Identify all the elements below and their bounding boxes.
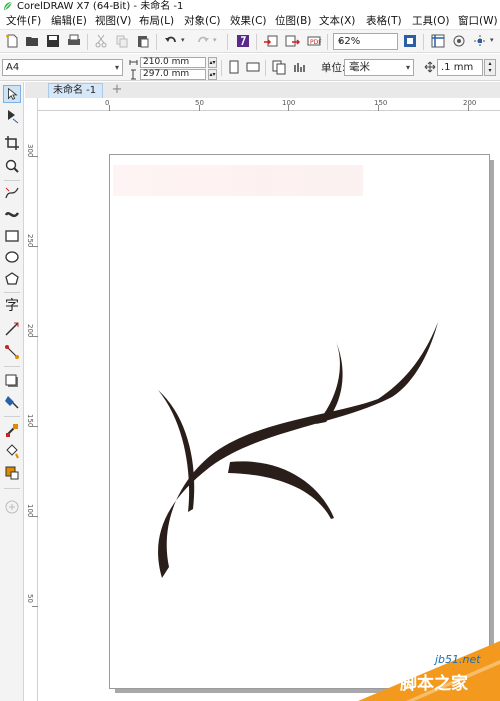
document-tab-bar: 未命名 -1 +: [25, 82, 500, 98]
color-eyedropper-tool-icon[interactable]: [3, 421, 21, 439]
menu-table[interactable]: 表格(T): [366, 13, 402, 29]
nudge-distance-input[interactable]: .1 mm: [437, 59, 483, 76]
document-tab[interactable]: 未命名 -1: [48, 83, 103, 98]
freehand-tool-icon[interactable]: [3, 184, 21, 202]
snap-dropdown-icon[interactable]: ▾: [490, 36, 494, 44]
redo-icon[interactable]: [195, 33, 211, 49]
watermark-site-name: 脚本之家: [400, 674, 468, 694]
paper-size-value: A4: [6, 62, 20, 73]
menu-effects[interactable]: 效果(C): [230, 13, 267, 29]
interactive-fill-tool-icon[interactable]: [3, 443, 21, 461]
watermark-url: jb51.net: [435, 653, 481, 666]
ruler-label: 200: [463, 99, 477, 107]
ruler-label: 50: [26, 594, 34, 603]
pick-tool-icon[interactable]: [3, 85, 21, 103]
nudge-distance-value: .1 mm: [441, 62, 474, 73]
artistic-media-tool-icon[interactable]: [3, 205, 21, 223]
parallel-dimension-tool-icon[interactable]: [3, 320, 21, 338]
all-pages-icon[interactable]: [271, 59, 287, 75]
width-icon: [129, 60, 138, 65]
faint-background-strip: [113, 165, 363, 196]
print-icon[interactable]: [66, 33, 82, 49]
smart-fill-tool-icon[interactable]: [3, 464, 21, 482]
svg-text:PDF: PDF: [310, 39, 322, 46]
save-icon[interactable]: [45, 33, 61, 49]
page-width-input[interactable]: 210.0 mm: [140, 57, 206, 68]
cut-icon[interactable]: [93, 33, 109, 49]
connector-tool-icon[interactable]: [3, 343, 21, 361]
branch-shape[interactable]: [140, 312, 450, 592]
drop-shadow-tool-icon[interactable]: [3, 372, 21, 390]
chevron-down-icon: ▾: [114, 63, 119, 72]
coreldraw-logo-icon: [4, 1, 13, 10]
units-label: 单位:: [321, 62, 346, 74]
title-bar: CorelDRAW X7 (64-Bit) - 未命名 -1: [0, 0, 500, 13]
horizontal-ruler[interactable]: 0 50 100 150 200: [38, 98, 500, 111]
menu-edit[interactable]: 编辑(E): [51, 13, 87, 29]
portrait-icon[interactable]: [226, 59, 242, 75]
page-shadow-right: [490, 160, 494, 691]
menu-object[interactable]: 对象(C): [184, 13, 221, 29]
units-select[interactable]: 毫米 ▾: [344, 59, 414, 76]
chevron-down-icon: ▾: [405, 63, 410, 72]
transparency-tool-icon[interactable]: [3, 393, 21, 411]
ellipse-tool-icon[interactable]: [3, 248, 21, 266]
nudge-spinner[interactable]: ▴ ▾: [484, 59, 496, 76]
width-spinner[interactable]: ▴▾: [208, 57, 217, 68]
paper-size-select[interactable]: A4 ▾: [2, 59, 123, 76]
undo-dropdown-icon[interactable]: ▾: [181, 36, 185, 44]
paste-icon[interactable]: [135, 33, 151, 49]
menu-layout[interactable]: 布局(L): [139, 13, 174, 29]
open-folder-icon[interactable]: [24, 33, 40, 49]
landscape-icon[interactable]: [245, 59, 261, 75]
chevron-down-icon: ▾: [338, 37, 343, 46]
units-value: 毫米: [349, 61, 370, 73]
import-icon[interactable]: [263, 33, 279, 49]
standard-toolbar: ▾ ▾ PDF 62% ▾ ▾: [0, 29, 500, 53]
property-bar: A4 ▾ 210.0 mm ▴▾ 297.0 mm ▴▾ 单位: 毫米 ▾ .1…: [0, 54, 500, 81]
crop-tool-icon[interactable]: [3, 134, 21, 152]
new-tab-plus-icon[interactable]: +: [109, 83, 125, 97]
shape-tool-icon[interactable]: [3, 107, 21, 125]
full-screen-preview-icon[interactable]: [402, 33, 418, 49]
page-height-input[interactable]: 297.0 mm: [140, 69, 206, 80]
menu-view[interactable]: 视图(V): [95, 13, 131, 29]
toolbox: 字: [0, 82, 24, 701]
branch-main-stroke[interactable]: [158, 322, 438, 578]
menu-bitmaps[interactable]: 位图(B): [275, 13, 311, 29]
branch-lower-left-stroke[interactable]: [158, 390, 195, 512]
current-page-icon[interactable]: [292, 59, 308, 75]
window-title: CorelDRAW X7 (64-Bit) - 未命名 -1: [17, 1, 184, 12]
menu-text[interactable]: 文本(X): [319, 13, 355, 29]
search-content-icon[interactable]: [235, 33, 251, 49]
publish-pdf-icon[interactable]: PDF: [306, 33, 322, 49]
export-icon[interactable]: [284, 33, 300, 49]
undo-icon[interactable]: [163, 33, 179, 49]
menu-file[interactable]: 文件(F): [6, 13, 41, 29]
zoom-level-select[interactable]: 62% ▾: [333, 33, 398, 50]
nudge-distance-icon: [424, 61, 436, 73]
rectangle-tool-icon[interactable]: [3, 227, 21, 245]
menu-window[interactable]: 窗口(W): [458, 13, 498, 29]
menu-tools[interactable]: 工具(O): [412, 13, 449, 29]
show-grid-icon[interactable]: [451, 33, 467, 49]
branch-middle-offshoot[interactable]: [228, 461, 334, 519]
new-document-icon[interactable]: [4, 33, 20, 49]
menu-bar: 文件(F) 编辑(E) 视图(V) 布局(L) 对象(C) 效果(C) 位图(B…: [0, 13, 500, 29]
text-tool-icon[interactable]: 字: [3, 295, 21, 313]
add-tool-icon[interactable]: [3, 498, 21, 516]
ruler-label: 150: [374, 99, 388, 107]
snap-to-icon[interactable]: [472, 33, 488, 49]
height-spinner[interactable]: ▴▾: [208, 69, 217, 80]
copy-icon[interactable]: [114, 33, 130, 49]
redo-dropdown-icon[interactable]: ▾: [213, 36, 217, 44]
show-rulers-icon[interactable]: [430, 33, 446, 49]
vertical-ruler[interactable]: 300 250 200 150 100 50: [25, 98, 38, 701]
polygon-tool-icon[interactable]: [3, 270, 21, 288]
height-icon: [131, 69, 136, 80]
zoom-tool-icon[interactable]: [3, 157, 21, 175]
svg-text:字: 字: [5, 298, 19, 313]
